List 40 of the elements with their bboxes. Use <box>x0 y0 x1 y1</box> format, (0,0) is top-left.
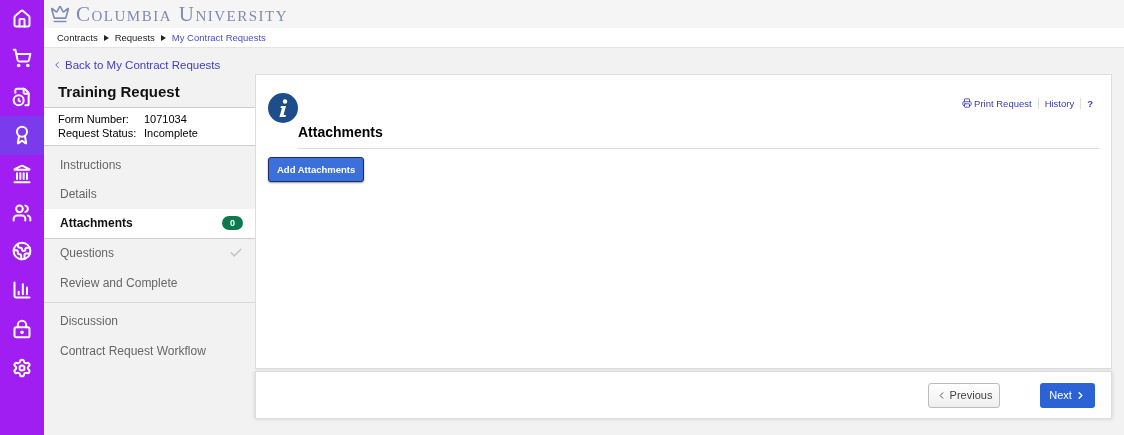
nav-item[interactable]: Attachments 0 <box>44 209 255 239</box>
printer-icon <box>962 98 973 108</box>
section-title: Attachments <box>298 124 1099 149</box>
crown-icon <box>50 4 70 24</box>
nav-item[interactable]: Details <box>44 179 255 209</box>
document-clock-icon <box>12 86 32 107</box>
cart-icon <box>12 48 32 69</box>
field-label: Form Number: <box>58 113 130 125</box>
nav-item[interactable]: Instructions <box>44 150 255 180</box>
field-label: Request Status: <box>58 127 138 139</box>
settings-icon <box>12 357 32 378</box>
next-button[interactable]: Next <box>1040 382 1095 408</box>
globe-icon <box>12 241 32 262</box>
chevron-left-icon <box>52 60 62 70</box>
history-link[interactable]: History <box>1037 97 1081 109</box>
nav-item[interactable]: Contract Request Workflow <box>44 336 255 366</box>
nav-item[interactable]: Discussion <box>44 306 255 336</box>
bank-icon <box>12 164 32 185</box>
count-badge: 0 <box>222 216 243 231</box>
breadcrumb-link[interactable]: Contracts <box>57 32 98 43</box>
back-link[interactable]: Back to My Contract Requests <box>52 58 255 72</box>
triangle-icon <box>160 34 166 41</box>
nav-item[interactable]: Review and Complete <box>44 268 255 298</box>
university-logo: Columbia University <box>76 1 289 27</box>
field-value: Incomplete <box>144 127 199 139</box>
info-icon <box>268 93 298 123</box>
rail-button[interactable] <box>0 116 44 155</box>
add-attachments-button[interactable]: Add Attachments <box>268 157 365 182</box>
help-link[interactable]: ? <box>1080 97 1099 109</box>
triangle-icon <box>103 34 109 41</box>
people-icon <box>12 202 32 223</box>
field-value: 1071034 <box>144 113 188 125</box>
nav-item[interactable]: Questions <box>44 238 255 268</box>
lock-icon <box>12 318 32 339</box>
home-icon <box>12 9 32 30</box>
previous-button[interactable]: Previous <box>928 382 1000 408</box>
breadcrumb-link[interactable]: Requests <box>114 32 155 43</box>
print-link[interactable]: Print Request <box>956 97 1038 109</box>
bar-chart-icon <box>12 280 32 301</box>
breadcrumb-link[interactable]: My Contract Requests <box>171 32 266 43</box>
